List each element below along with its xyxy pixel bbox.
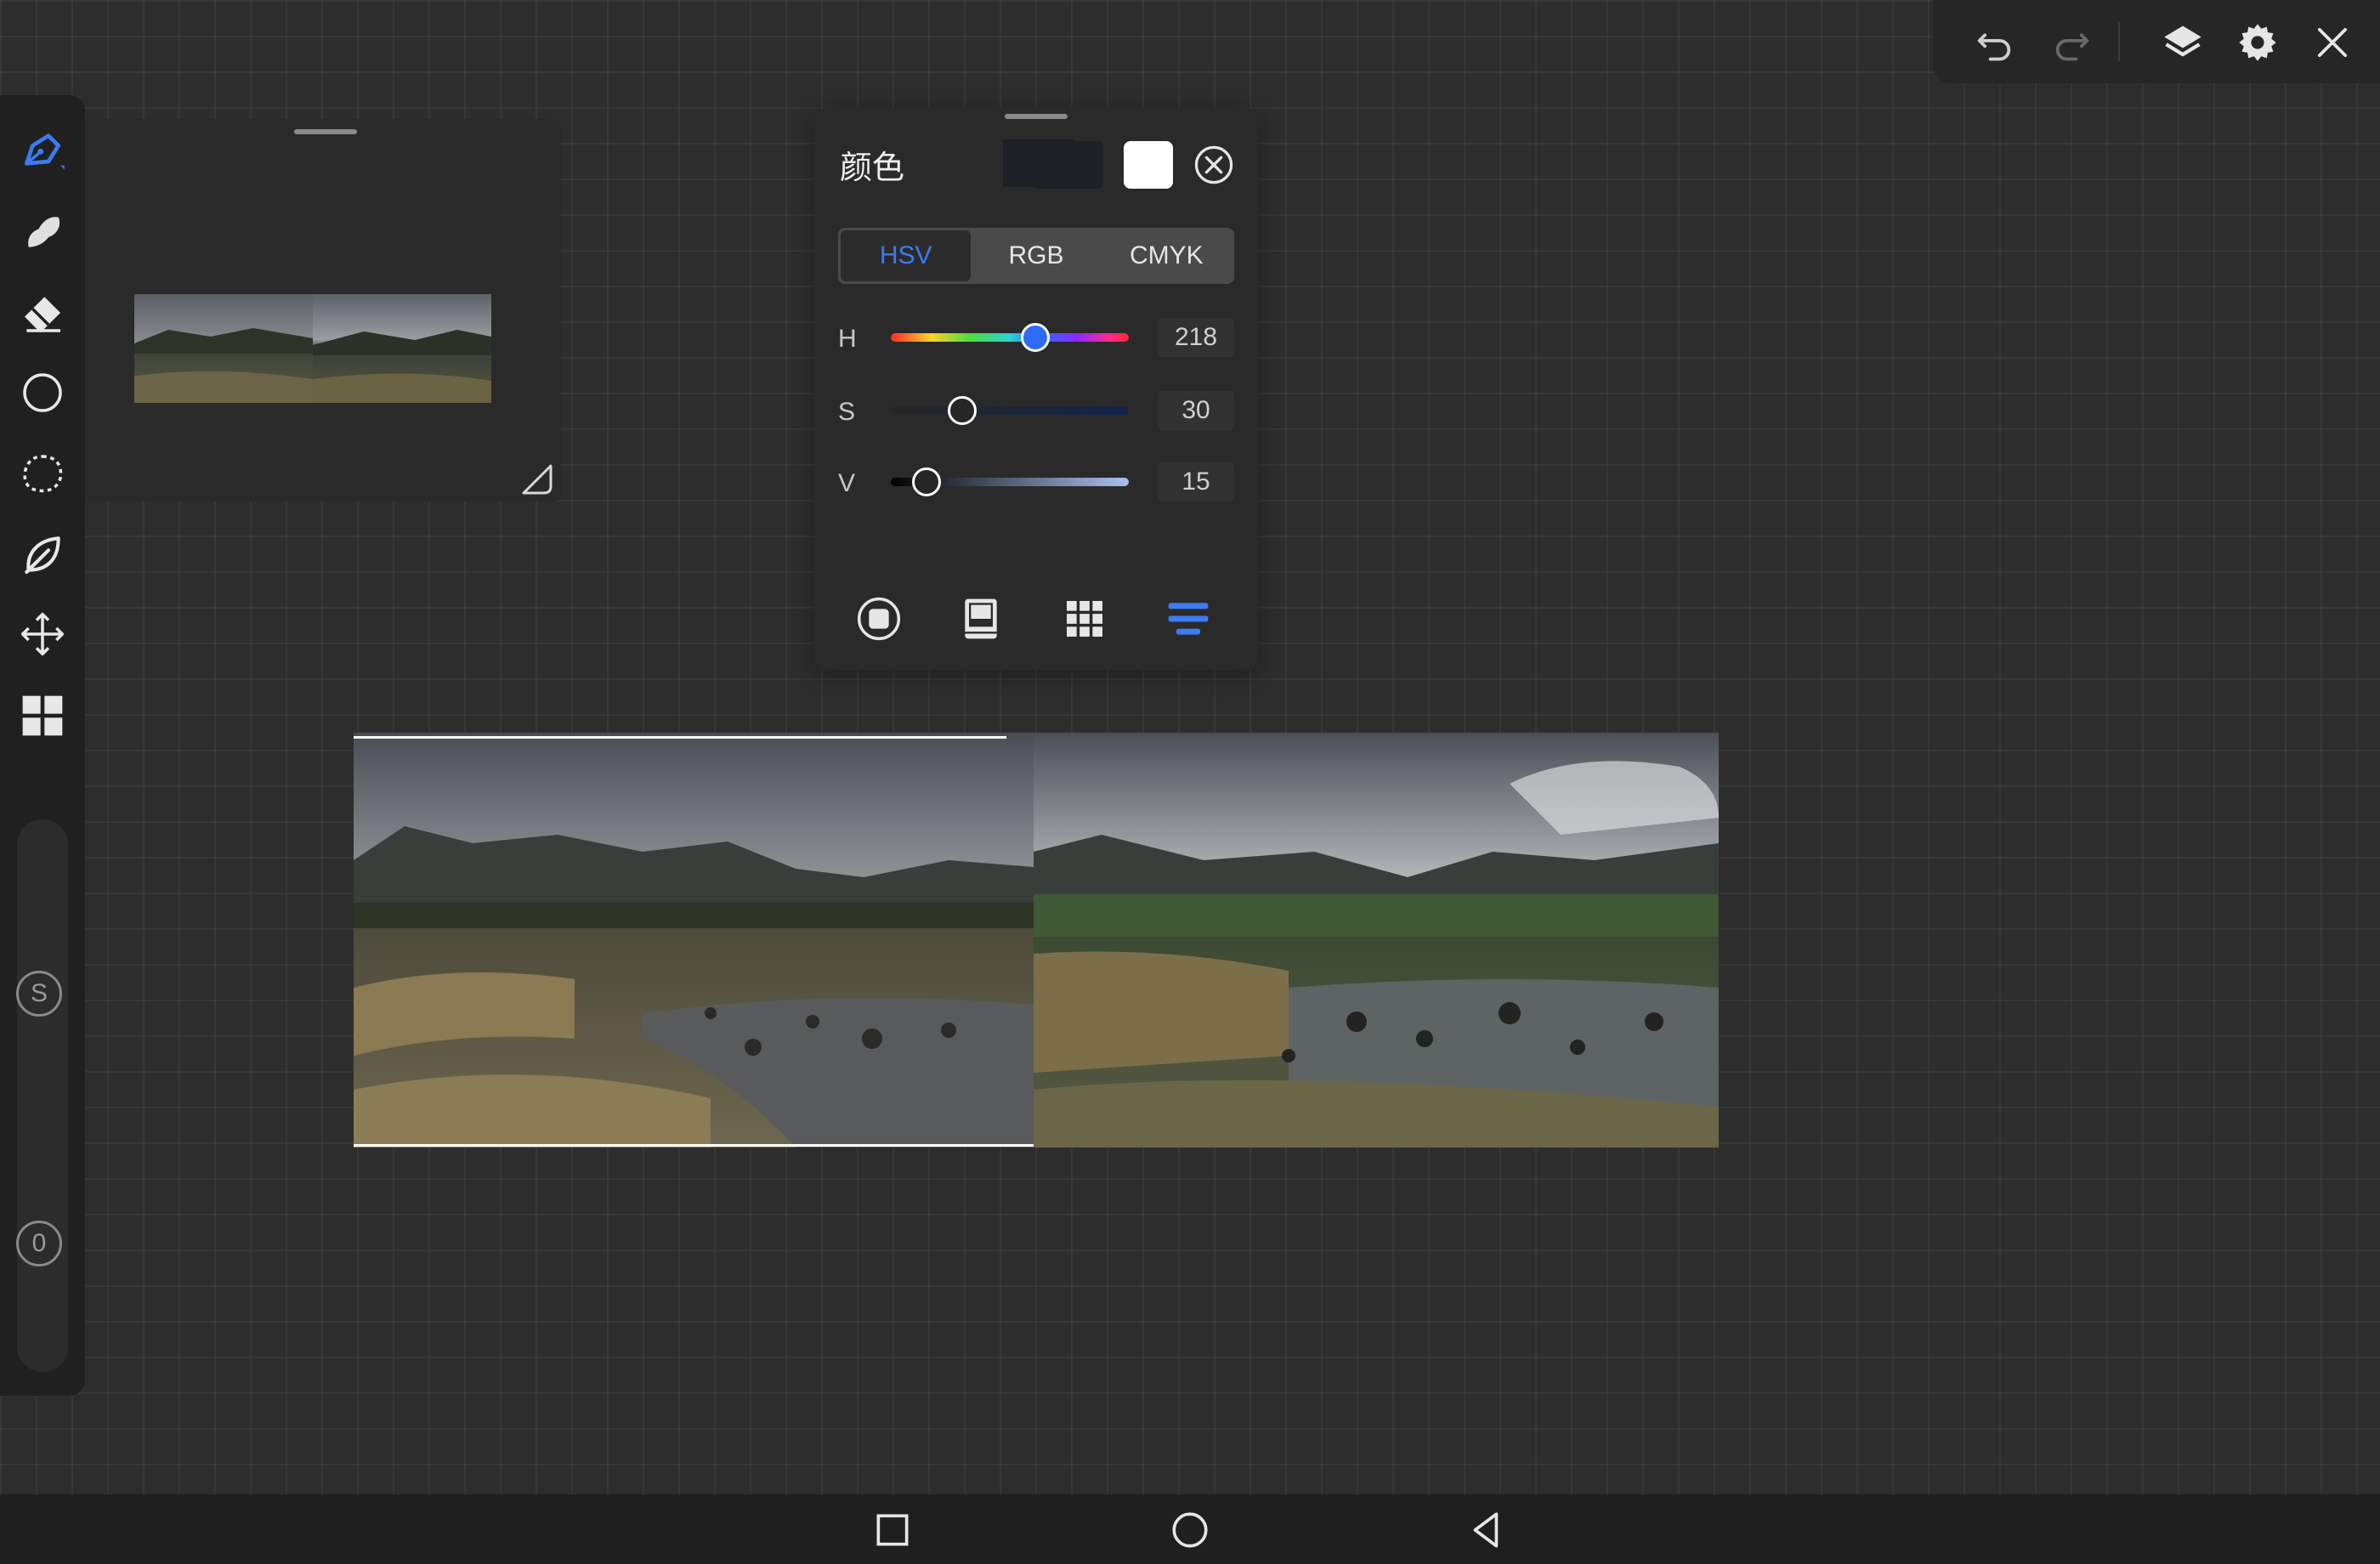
selection-edge-top — [354, 736, 1006, 739]
selection-edge-bottom — [354, 1144, 1034, 1147]
tool-eraser[interactable] — [12, 282, 73, 343]
undo-button[interactable] — [1964, 12, 2025, 73]
saturation-value[interactable]: 30 — [1158, 391, 1234, 430]
hue-slider[interactable] — [891, 333, 1129, 342]
color-panel: 颜色 HSV RGB CMYK H 218 S 30 V 15 — [814, 107, 1258, 670]
tool-move[interactable] — [12, 604, 73, 665]
saturation-slider[interactable] — [891, 406, 1129, 415]
home-icon — [1172, 1512, 1208, 1548]
top-toolbar — [1933, 0, 2380, 83]
settings-icon — [2239, 24, 2276, 61]
redo-button[interactable] — [2042, 12, 2103, 73]
recent-apps-button[interactable] — [869, 1506, 916, 1554]
sliders-button[interactable] — [1161, 592, 1216, 646]
color-panel-handle[interactable] — [1005, 114, 1068, 119]
secondary-color-swatch[interactable] — [1124, 141, 1173, 189]
hue-thumb[interactable] — [1020, 323, 1050, 352]
tab-rgb[interactable]: RGB — [971, 230, 1101, 281]
color-mode-tabs: HSV RGB CMYK — [838, 228, 1234, 284]
smudge-icon — [28, 217, 60, 247]
value-row: V 15 — [838, 462, 1234, 505]
brush-opacity-knob[interactable]: 0 — [16, 1221, 62, 1266]
canvas-artwork[interactable] — [354, 733, 1719, 1148]
undo-icon — [1977, 33, 2011, 61]
back-icon — [1473, 1512, 1499, 1548]
value-thumb[interactable] — [912, 468, 941, 496]
saturation-thumb[interactable] — [948, 396, 977, 425]
tool-grid[interactable] — [12, 685, 73, 746]
move-icon — [20, 612, 65, 656]
layers-icon — [2164, 26, 2202, 57]
color-panel-title: 颜色 — [840, 150, 905, 186]
color-wheel-icon — [857, 597, 901, 641]
tool-fill[interactable] — [12, 524, 73, 585]
hue-row: H 218 — [838, 318, 1234, 360]
hue-value[interactable]: 218 — [1158, 318, 1234, 357]
tab-hsv[interactable]: HSV — [841, 230, 972, 281]
close-button[interactable] — [2302, 12, 2363, 73]
palette-book-icon — [965, 598, 997, 639]
left-toolbar: S 0 — [0, 95, 85, 1396]
canvas-photo-right — [1034, 733, 1719, 1148]
brush-pen-icon — [25, 133, 65, 170]
redo-icon — [2055, 33, 2089, 61]
home-button[interactable] — [1166, 1506, 1214, 1554]
value-value[interactable]: 15 — [1158, 462, 1234, 502]
close-circle-icon[interactable] — [1192, 143, 1236, 187]
recent-apps-icon — [876, 1514, 909, 1546]
value-label: V — [838, 469, 856, 497]
reference-panel-handle[interactable] — [294, 129, 357, 134]
reference-panel — [85, 119, 561, 502]
back-button[interactable] — [1464, 1506, 1511, 1554]
toolbar-divider — [2118, 22, 2120, 61]
swatches-grid-button[interactable] — [1057, 592, 1112, 646]
reference-thumb-left[interactable] — [134, 294, 313, 403]
color-wheel-button[interactable] — [852, 592, 906, 646]
layers-button[interactable] — [2152, 12, 2213, 73]
grid-layout-icon — [22, 695, 63, 736]
saturation-label: S — [838, 398, 856, 426]
leaf-fill-icon — [25, 536, 60, 575]
saturation-row: S 30 — [838, 391, 1234, 434]
tool-lasso[interactable] — [12, 444, 73, 505]
hue-label: H — [838, 325, 857, 353]
tool-brush[interactable] — [12, 119, 73, 180]
tool-shape[interactable] — [12, 362, 73, 423]
brush-opacity-slider[interactable]: 0 — [16, 1117, 68, 1372]
sliders-icon — [1168, 603, 1209, 635]
ellipse-icon — [23, 373, 62, 412]
current-color-swatch[interactable] — [1032, 141, 1103, 189]
brush-size-knob[interactable]: S — [16, 971, 62, 1017]
eraser-icon — [25, 297, 60, 333]
settings-button[interactable] — [2227, 12, 2288, 73]
lasso-selection-icon — [23, 455, 63, 493]
tab-cmyk[interactable]: CMYK — [1102, 230, 1232, 281]
swatches-grid-icon — [1067, 601, 1102, 637]
system-nav-bar — [0, 1494, 2380, 1564]
canvas-photo-left — [354, 733, 1034, 1148]
palette-book-button[interactable] — [954, 592, 1008, 646]
close-icon — [2317, 27, 2348, 58]
reference-thumb-right[interactable] — [313, 294, 491, 403]
tool-smudge[interactable] — [12, 201, 73, 262]
resize-handle-icon[interactable] — [518, 461, 556, 498]
